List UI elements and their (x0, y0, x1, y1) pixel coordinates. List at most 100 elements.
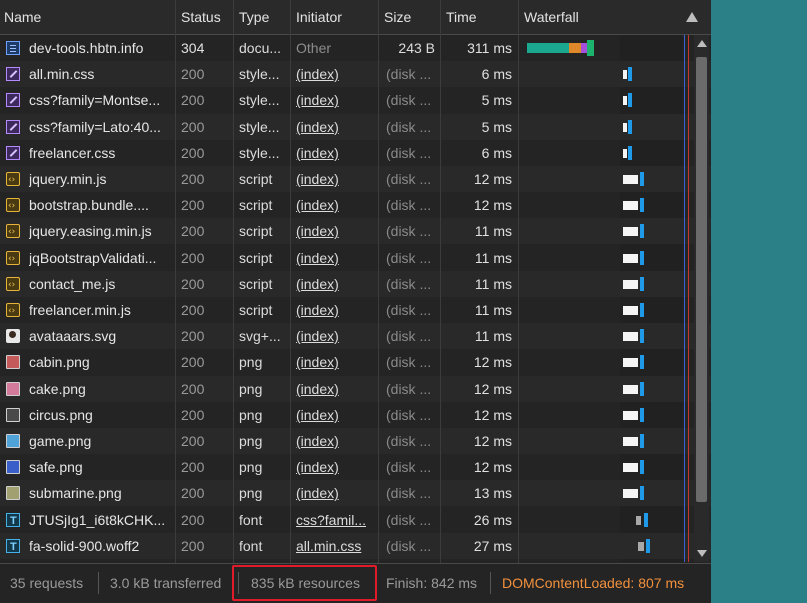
waterfall-download-bar[interactable] (640, 276, 644, 291)
waterfall-waiting-bar[interactable] (623, 175, 638, 184)
column-divider[interactable] (378, 0, 379, 563)
waterfall-download-bar[interactable] (628, 119, 632, 134)
request-row[interactable]: cabin.png 200 png (index) (disk ... 12 ms (0, 349, 711, 375)
waterfall-waiting-bar[interactable] (623, 489, 638, 499)
waterfall-download-bar[interactable] (640, 486, 644, 501)
waterfall-download-bar[interactable] (640, 329, 644, 344)
request-initiator[interactable]: (index) (296, 454, 374, 480)
request-size: (disk ... (386, 223, 432, 240)
waterfall-timing-bar[interactable] (527, 43, 569, 53)
waterfall-waiting-bar[interactable] (623, 279, 638, 289)
scroll-up-arrow-icon[interactable] (697, 40, 707, 47)
column-divider[interactable] (290, 0, 291, 563)
waterfall-waiting-bar[interactable] (623, 332, 638, 342)
scrollbar-thumb[interactable] (696, 57, 707, 502)
request-row[interactable]: all.min.css 200 style... (index) (disk ... 6 … (0, 61, 711, 88)
column-divider[interactable] (233, 0, 234, 563)
column-header-status[interactable]: Status (181, 0, 221, 34)
waterfall-download-bar[interactable] (640, 407, 644, 422)
waterfall-download-bar[interactable] (640, 355, 644, 370)
request-row[interactable]: cake.png 200 png (index) (disk ... 12 ms (0, 375, 711, 402)
request-initiator[interactable]: (index) (296, 376, 374, 402)
request-row[interactable]: bootstrap.bundle.... 200 script (index) (dis… (0, 192, 711, 219)
request-initiator[interactable]: (index) (296, 349, 374, 375)
request-row[interactable]: jqBootstrapValidati... 200 script (index) (d… (0, 245, 711, 272)
request-row[interactable]: css?family=Lato:40... 200 style... (index) (… (0, 113, 711, 140)
column-header-time[interactable]: Time (446, 0, 477, 34)
column-header-initiator[interactable]: Initiator (296, 0, 342, 34)
request-initiator[interactable]: (index) (296, 245, 374, 271)
column-header-waterfall[interactable]: Waterfall (524, 0, 710, 34)
column-header-type[interactable]: Type (239, 0, 269, 34)
waterfall-download-bar[interactable] (628, 67, 632, 82)
waterfall-download-bar[interactable] (640, 303, 644, 317)
waterfall-download-bar[interactable] (640, 172, 644, 186)
request-initiator[interactable]: css?famil... (296, 507, 374, 533)
waterfall-waiting-bar[interactable] (623, 358, 638, 368)
request-initiator[interactable]: (index) (296, 480, 374, 506)
request-row[interactable]: fa-solid-900.woff2 200 font all.min.css (dis… (0, 532, 711, 560)
request-row[interactable]: avataaars.svg 200 svg+... (index) (disk ... 1… (0, 323, 711, 350)
scroll-down-arrow-icon[interactable] (697, 550, 707, 557)
waterfall-download-bar[interactable] (644, 512, 648, 527)
waterfall-waiting-bar[interactable] (623, 227, 638, 237)
waterfall-waiting-bar[interactable] (623, 463, 638, 473)
waterfall-download-bar[interactable] (628, 93, 632, 108)
waterfall-download-bar[interactable] (640, 224, 644, 239)
request-initiator[interactable]: (index) (296, 297, 374, 323)
waterfall-download-bar[interactable] (640, 434, 644, 448)
request-initiator[interactable]: (index) (296, 271, 374, 297)
request-row[interactable]: freelancer.css 200 style... (index) (disk ..… (0, 140, 711, 166)
request-initiator[interactable]: (index) (296, 87, 374, 113)
sort-ascending-icon[interactable] (686, 12, 698, 22)
waterfall-waiting-bar[interactable] (638, 541, 644, 551)
request-row[interactable]: dev-tools.hbtn.info 304 docu... Other 243 B 3… (0, 35, 711, 61)
waterfall-timing-bar[interactable] (569, 43, 581, 53)
waterfall-download-bar[interactable] (640, 460, 644, 475)
request-row[interactable]: css?family=Montse... 200 style... (index) (d… (0, 87, 711, 113)
request-name: freelancer.min.js (29, 302, 131, 318)
request-initiator[interactable]: (index) (296, 114, 374, 140)
request-initiator[interactable]: (index) (296, 140, 374, 166)
waterfall-download-bar[interactable] (640, 381, 644, 396)
waterfall-waiting-bar[interactable] (623, 201, 638, 211)
waterfall-waiting-bar[interactable] (623, 384, 638, 394)
request-initiator[interactable]: (index) (296, 218, 374, 244)
waterfall-timing-bar[interactable] (587, 40, 594, 56)
waterfall-waiting-bar[interactable] (623, 96, 627, 106)
column-divider[interactable] (518, 0, 519, 563)
waterfall-waiting-bar[interactable] (623, 306, 638, 315)
waterfall-download-bar[interactable] (640, 198, 644, 213)
request-initiator[interactable]: (index) (296, 323, 374, 349)
waterfall-waiting-bar[interactable] (623, 253, 638, 263)
waterfall-waiting-bar[interactable] (636, 515, 641, 525)
request-row[interactable]: freelancer.min.js 200 script (index) (disk .… (0, 297, 711, 324)
column-divider[interactable] (440, 0, 441, 563)
waterfall-download-bar[interactable] (628, 145, 632, 160)
request-row[interactable]: jquery.min.js 200 script (index) (disk ... 12… (0, 166, 711, 193)
request-row[interactable]: contact_me.js 200 script (index) (disk ... 11… (0, 270, 711, 298)
waterfall-waiting-bar[interactable] (623, 437, 638, 446)
request-row[interactable]: game.png 200 png (index) (disk ... 12 ms (0, 428, 711, 454)
waterfall-download-bar[interactable] (646, 538, 650, 553)
waterfall-waiting-bar[interactable] (623, 70, 627, 80)
request-initiator[interactable]: (index) (296, 61, 374, 87)
request-row[interactable]: safe.png 200 png (index) (disk ... 12 ms (0, 454, 711, 480)
request-status: 200 (181, 459, 205, 476)
waterfall-waiting-bar[interactable] (623, 410, 638, 420)
waterfall-waiting-bar[interactable] (623, 122, 627, 132)
column-divider[interactable] (175, 0, 176, 563)
request-row[interactable]: circus.png 200 png (index) (disk ... 12 ms (0, 402, 711, 428)
request-initiator[interactable]: (index) (296, 166, 374, 192)
request-initiator[interactable]: (index) (296, 192, 374, 218)
request-initiator[interactable]: (index) (296, 428, 374, 454)
request-row[interactable]: JTUSjIg1_i6t8kCHK... 200 font css?famil... (… (0, 507, 711, 534)
request-row[interactable]: submarine.png 200 png (index) (disk ... 13 ms (0, 480, 711, 507)
column-header-name[interactable]: Name (4, 0, 41, 34)
request-row[interactable]: jquery.easing.min.js 200 script (index) (dis… (0, 218, 711, 245)
column-header-size[interactable]: Size (384, 0, 411, 34)
request-initiator[interactable]: (index) (296, 402, 374, 428)
waterfall-download-bar[interactable] (640, 250, 644, 265)
waterfall-waiting-bar[interactable] (623, 148, 627, 158)
request-initiator[interactable]: all.min.css (296, 533, 374, 559)
